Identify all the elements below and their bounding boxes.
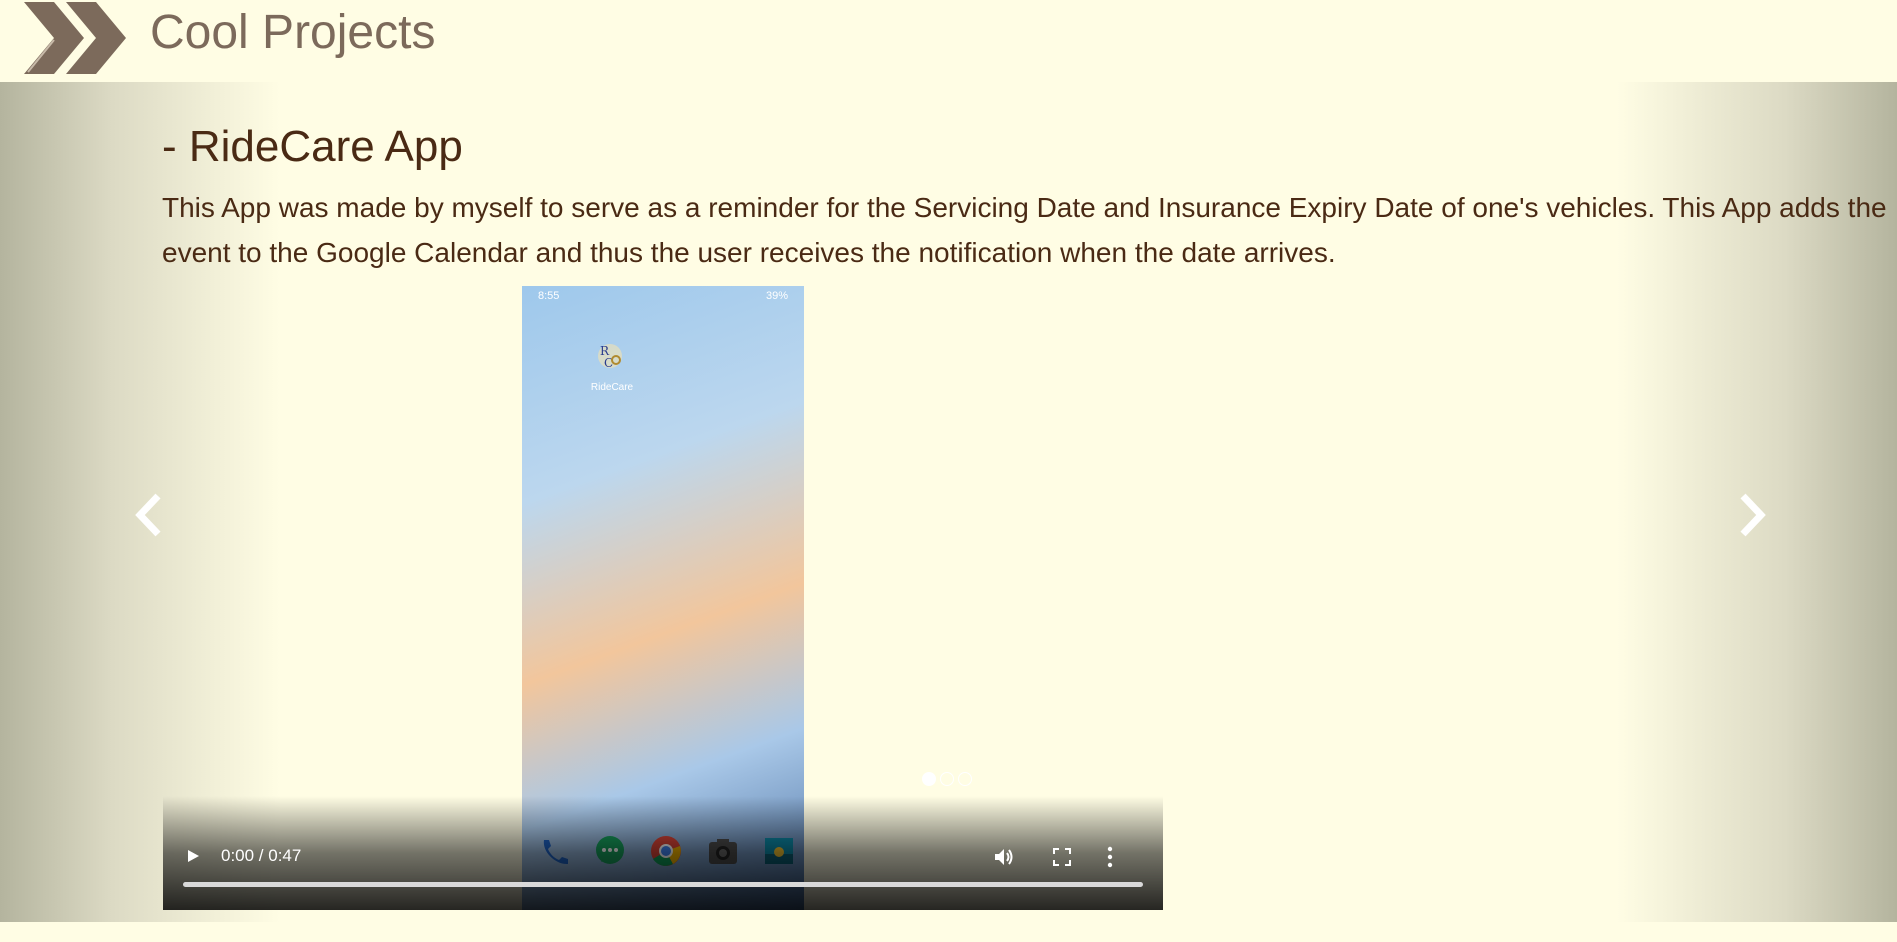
carousel-indicators <box>922 772 972 786</box>
ridecare-app-icon: R C <box>598 344 622 370</box>
slide-title: - RideCare App <box>162 122 463 171</box>
carousel-indicator-2[interactable] <box>940 772 954 786</box>
phone-status-time: 8:55 <box>538 290 560 302</box>
play-icon[interactable] <box>185 848 201 864</box>
slide-description: This App was made by myself to serve as … <box>162 192 1887 268</box>
video-progress-bar[interactable] <box>183 882 1143 887</box>
double-chevron-icon <box>24 2 126 74</box>
video-player[interactable]: 8:55 39% R C RideCare 0:00 / 0:47 <box>163 286 1163 910</box>
app-label: RideCare <box>590 382 634 393</box>
carousel-indicator-3[interactable] <box>958 772 972 786</box>
chevron-right-icon[interactable] <box>1733 490 1773 540</box>
volume-icon[interactable] <box>993 846 1015 868</box>
fullscreen-icon[interactable] <box>1053 848 1071 866</box>
more-options-icon[interactable] <box>1107 846 1113 868</box>
carousel-indicator-1[interactable] <box>922 772 936 786</box>
bottom-strip <box>0 922 1897 942</box>
video-controls: 0:00 / 0:47 <box>163 796 1163 910</box>
site-header: Cool Projects <box>0 0 1897 82</box>
chevron-left-icon[interactable] <box>128 490 168 540</box>
video-time: 0:00 / 0:47 <box>221 846 302 865</box>
project-carousel: - RideCare App This App was made by myse… <box>0 82 1897 922</box>
phone-status-battery: 39% <box>765 290 788 302</box>
site-title: Cool Projects <box>150 6 436 59</box>
